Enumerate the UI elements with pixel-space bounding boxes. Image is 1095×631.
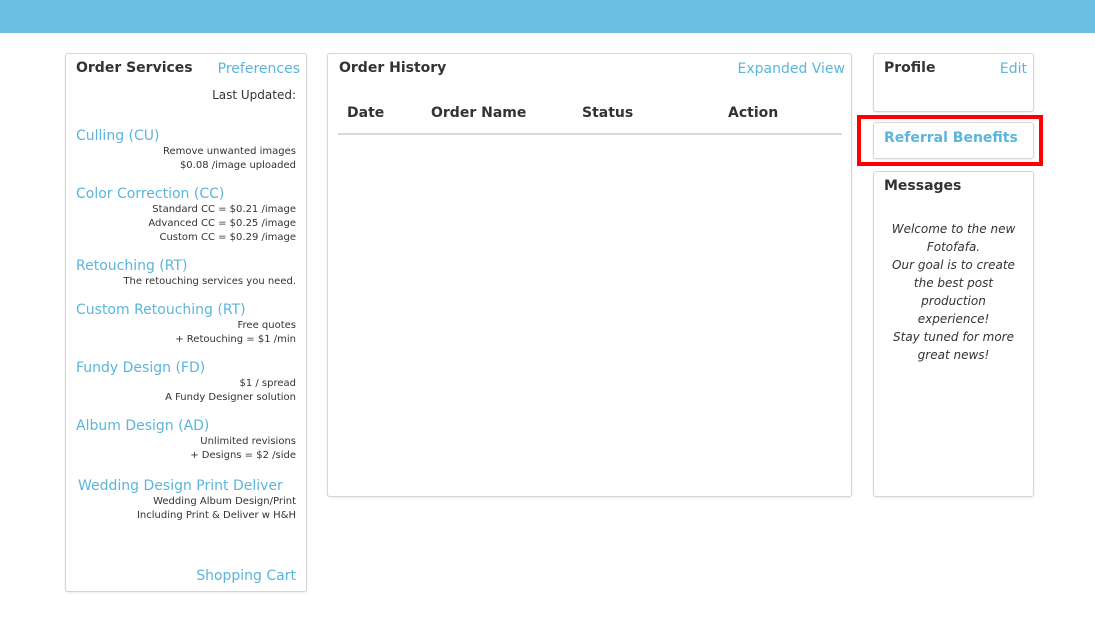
service-custom-retouching-link[interactable]: Custom Retouching (RT): [76, 301, 296, 319]
referral-benefits-link[interactable]: Referral Benefits: [884, 130, 1018, 146]
service-culling: Culling (CU) Remove unwanted images $0.0…: [76, 127, 296, 173]
service-desc-line: + Designs = $2 /side: [190, 450, 296, 461]
service-desc-line: Wedding Album Design/Print: [153, 496, 296, 507]
service-culling-link[interactable]: Culling (CU): [76, 127, 296, 145]
message-line: the best post: [913, 276, 994, 290]
order-services-title: Order Services: [76, 60, 193, 76]
service-desc-line: Remove unwanted images: [162, 146, 296, 157]
referral-benefits-panel[interactable]: Referral Benefits: [873, 122, 1034, 159]
service-desc-line: A Fundy Designer solution: [165, 392, 296, 403]
order-table-header: Date Order Name Status Action: [338, 104, 842, 135]
service-desc-line: Including Print & Deliver w H&H: [136, 510, 296, 521]
message-line: production: [921, 294, 986, 308]
column-header-status[interactable]: Status: [582, 105, 633, 121]
column-header-order-name[interactable]: Order Name: [431, 105, 526, 121]
column-header-action[interactable]: Action: [728, 105, 778, 121]
order-services-panel: Order Services Preferences Last Updated:…: [65, 53, 307, 592]
service-desc-line: Standard CC = $0.21 /image: [152, 204, 296, 215]
message-line: Stay tuned for more: [893, 330, 1014, 344]
service-desc-line: Free quotes: [237, 320, 297, 331]
service-fundy-design: Fundy Design (FD) $1 / spread A Fundy De…: [76, 359, 296, 405]
service-desc-line: Custom CC = $0.29 /image: [159, 232, 296, 243]
preferences-link[interactable]: Preferences: [218, 61, 300, 77]
service-color-correction: Color Correction (CC) Standard CC = $0.2…: [76, 185, 296, 245]
shopping-cart-link[interactable]: Shopping Cart: [196, 568, 296, 584]
messages-panel: Messages Welcome to the new Fotofafa. Ou…: [873, 171, 1034, 497]
column-header-date[interactable]: Date: [347, 105, 384, 121]
profile-edit-link[interactable]: Edit: [1000, 61, 1027, 77]
message-line: Welcome to the new: [891, 222, 1016, 236]
order-history-panel: Order History Expanded View Date Order N…: [327, 53, 852, 497]
service-album-design: Album Design (AD) Unlimited revisions + …: [76, 417, 296, 463]
profile-panel: Profile Edit: [873, 53, 1034, 112]
message-line: great news!: [917, 348, 990, 362]
service-wedding-design-link[interactable]: Wedding Design Print Deliver: [78, 477, 296, 495]
message-line: Fotofafa.: [926, 240, 981, 254]
message-line: experience!: [917, 312, 990, 326]
message-body: Welcome to the new Fotofafa. Our goal is…: [882, 220, 1025, 364]
top-bar: [0, 0, 1095, 33]
service-desc-line: $1 / spread: [239, 378, 296, 389]
order-history-title: Order History: [339, 60, 447, 76]
service-album-design-link[interactable]: Album Design (AD): [76, 417, 296, 435]
service-color-correction-link[interactable]: Color Correction (CC): [76, 185, 296, 203]
service-custom-retouching: Custom Retouching (RT) Free quotes + Ret…: [76, 301, 296, 347]
service-desc-line: $0.08 /image uploaded: [179, 160, 296, 171]
message-line: Our goal is to create: [892, 258, 1015, 272]
service-fundy-design-link[interactable]: Fundy Design (FD): [76, 359, 296, 377]
service-retouching-link[interactable]: Retouching (RT): [76, 257, 296, 275]
service-wedding-design: Wedding Design Print Deliver Wedding Alb…: [78, 477, 296, 523]
service-retouching: Retouching (RT) The retouching services …: [76, 257, 296, 289]
service-desc-line: Advanced CC = $0.25 /image: [148, 218, 296, 229]
service-desc-line: The retouching services you need.: [123, 276, 296, 287]
messages-title: Messages: [884, 178, 962, 194]
expanded-view-link[interactable]: Expanded View: [737, 61, 845, 77]
service-desc-line: + Retouching = $1 /min: [175, 334, 296, 345]
last-updated-label: Last Updated:: [212, 88, 296, 102]
profile-title: Profile: [884, 60, 936, 76]
service-desc-line: Unlimited revisions: [200, 436, 296, 447]
